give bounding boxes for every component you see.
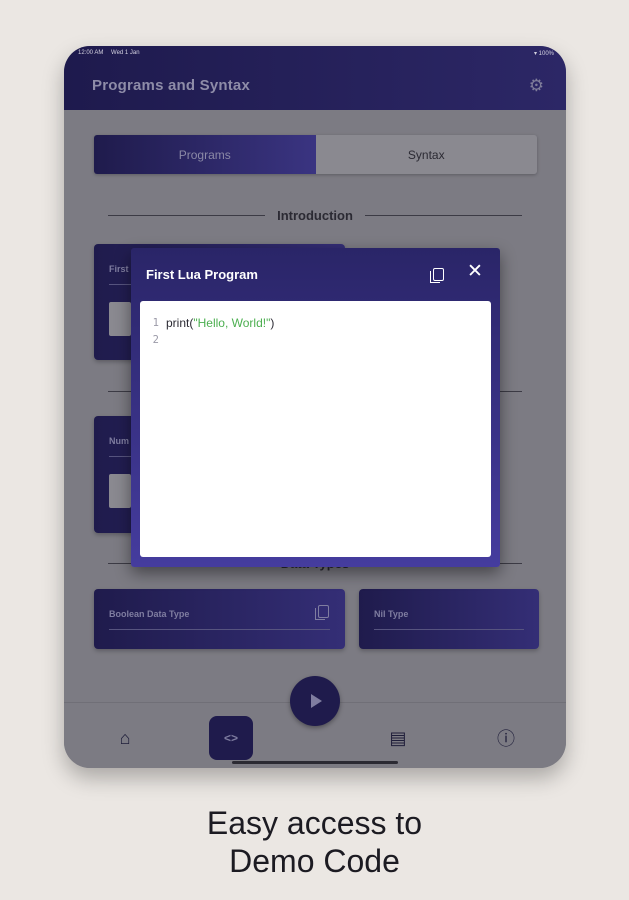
code-line: 1 print("Hello, World!") [140, 315, 491, 332]
card-run-box [109, 302, 131, 336]
close-icon[interactable]: ✕ [467, 262, 483, 282]
section-divider-introduction: Introduction [108, 208, 523, 223]
line-number: 2 [152, 334, 159, 346]
code-function: print( [166, 316, 194, 330]
card-title: First [109, 264, 129, 274]
dialog-title: First Lua Program [146, 267, 258, 282]
code-dialog: First Lua Program ✕ 1 print("Hello, Worl… [131, 248, 500, 567]
battery-level: 100% [538, 50, 554, 57]
page-title: Programs and Syntax [92, 77, 251, 94]
line-number: 1 [152, 317, 159, 329]
card-title: Boolean Data Type [109, 609, 190, 619]
card-title: Nil Type [374, 609, 409, 619]
copy-icon[interactable] [315, 605, 329, 620]
home-indicator [232, 761, 398, 764]
card-run-box [109, 474, 131, 508]
tab-programs[interactable]: Programs [94, 135, 316, 174]
play-icon [311, 694, 322, 708]
card-nil-type[interactable]: Nil Type [359, 589, 539, 649]
status-date: Wed 1 Jan [111, 50, 140, 56]
tab-syntax[interactable]: Syntax [315, 135, 537, 174]
card-boolean-data-type[interactable]: Boolean Data Type [94, 589, 345, 649]
run-fab-button[interactable] [290, 676, 340, 726]
wifi-icon: ▾ [533, 50, 537, 57]
card-title: Num [109, 436, 129, 446]
home-icon[interactable]: ⌂ [103, 716, 147, 760]
copy-icon[interactable] [430, 268, 444, 283]
code-line: 2 [140, 332, 491, 349]
segmented-control: Programs Syntax [94, 135, 537, 174]
caption-line-2: Demo Code [229, 843, 400, 879]
caption-line-1: Easy access to [206, 805, 423, 841]
help-icon[interactable]: ⓘ [484, 716, 528, 760]
gear-icon[interactable]: ⚙ [529, 77, 544, 94]
section-title-introduction: Introduction [277, 208, 353, 223]
code-string: "Hello, World!" [193, 316, 271, 330]
status-time: 12:00 AM [78, 50, 104, 56]
code-paren: ) [270, 316, 275, 330]
chat-icon[interactable]: ▤ [376, 716, 420, 760]
status-bar: 12:00 AM Wed 1 Jan ▾ 100% [64, 46, 566, 60]
code-icon[interactable]: <> [209, 716, 253, 760]
code-editor[interactable]: 1 print("Hello, World!") 2 [140, 301, 491, 557]
promo-caption: Easy access to Demo Code [0, 804, 629, 880]
